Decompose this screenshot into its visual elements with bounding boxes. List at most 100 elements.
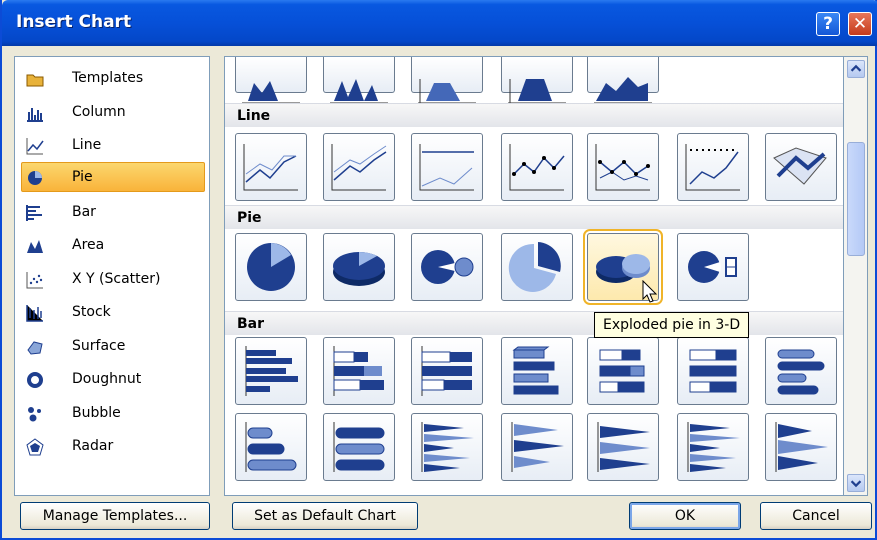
chart-type-label: Column: [72, 104, 126, 120]
100-percent-stacked-cone-chart-icon: [597, 422, 650, 472]
chart-thumb-clustered-bar[interactable]: [235, 337, 307, 405]
chart-thumb-100-stacked-cone[interactable]: [587, 413, 659, 481]
chart-type-templates[interactable]: Templates: [21, 63, 205, 93]
close-button[interactable]: ✕: [848, 12, 872, 36]
manage-templates-button[interactable]: Manage Templates...: [20, 502, 210, 530]
chart-thumb-pie-of-pie[interactable]: [411, 233, 483, 301]
title-bar: Insert Chart ? ✕: [2, 0, 877, 46]
bar-of-pie-chart-icon: [688, 251, 737, 283]
chart-type-label: Bubble: [72, 405, 121, 421]
chart-thumb-stacked-cylinder[interactable]: [235, 413, 307, 481]
chart-thumb-clustered-pyramid[interactable]: [677, 413, 749, 481]
chart-thumb-100-line[interactable]: [411, 133, 483, 201]
chart-thumb-line[interactable]: [235, 133, 307, 201]
chart-thumb-clustered-cone[interactable]: [411, 413, 483, 481]
section-title: Bar: [237, 316, 265, 332]
chart-type-radar[interactable]: Radar: [21, 431, 205, 461]
chart-type-label: Templates: [72, 70, 144, 86]
chart-thumb-3d-area-1[interactable]: [235, 57, 307, 104]
chart-thumb-stacked-bar[interactable]: [323, 337, 395, 405]
chart-thumb-exploded-pie[interactable]: [501, 233, 573, 301]
3d-clustered-bar-chart-icon: [512, 346, 559, 395]
section-title: Pie: [237, 210, 262, 226]
help-button[interactable]: ?: [816, 12, 840, 36]
line-chart-icon: [26, 138, 44, 155]
scatter-chart-icon: [26, 272, 43, 289]
clustered-bar-chart-icon: [245, 346, 298, 396]
pie-chart-icon: [28, 171, 42, 185]
scroll-up-button[interactable]: [847, 60, 865, 78]
chart-type-label: Bar: [72, 204, 96, 220]
chart-type-pie[interactable]: Pie: [21, 162, 205, 192]
chart-thumb-bar-of-pie[interactable]: [677, 233, 749, 301]
chart-type-doughnut[interactable]: Doughnut: [21, 364, 205, 394]
3d-line-chart-icon: [773, 147, 827, 185]
chart-type-column[interactable]: Column: [21, 97, 205, 127]
dialog-title: Insert Chart: [16, 12, 132, 32]
line-chart-icon: [243, 144, 298, 191]
chart-thumb-stacked-line[interactable]: [323, 133, 395, 201]
chart-thumb-stacked-line-markers[interactable]: [587, 133, 659, 201]
chart-type-scatter[interactable]: X Y (Scatter): [21, 264, 205, 294]
3d-stacked-bar-chart-icon: [599, 349, 645, 393]
chart-thumb-stacked-cone[interactable]: [501, 413, 573, 481]
3d-100-percent-stacked-bar-chart-icon: [689, 349, 737, 393]
mouse-cursor-icon: [642, 280, 658, 303]
chart-type-stock[interactable]: Stock: [21, 297, 205, 327]
chart-type-bar[interactable]: Bar: [21, 197, 205, 227]
chart-thumb-100-stacked-bar[interactable]: [411, 337, 483, 405]
folder-icon: [26, 74, 44, 87]
chart-thumb-3d-area-2[interactable]: [323, 57, 395, 104]
stacked-line-markers-chart-icon: [595, 144, 650, 191]
stacked-pyramid-chart-icon: [775, 422, 828, 472]
exploded-pie-chart-icon: [508, 242, 561, 292]
chart-thumb-3d-stacked-bar[interactable]: [587, 337, 659, 405]
surface-chart-icon: [27, 341, 43, 355]
chart-thumb-3d-area-4[interactable]: [501, 57, 573, 104]
cancel-button[interactable]: Cancel: [760, 502, 872, 530]
100-percent-stacked-bar-chart-icon: [421, 346, 472, 396]
tooltip: Exploded pie in 3-D: [594, 312, 750, 338]
chart-thumb-3d-area-3[interactable]: [411, 57, 483, 104]
insert-chart-dialog: Insert Chart ? ✕ Templates Column Line P…: [0, 0, 877, 540]
bubble-chart-icon: [28, 407, 41, 422]
chart-type-label: Doughnut: [72, 371, 142, 387]
chart-type-label: Area: [72, 237, 105, 253]
stacked-cylinder-chart-icon: [245, 422, 297, 472]
chart-type-bubble[interactable]: Bubble: [21, 398, 205, 428]
chart-thumb-100-stacked-cylinder[interactable]: [323, 413, 395, 481]
stock-chart-icon: [26, 305, 43, 322]
column-chart-icon: [27, 108, 43, 122]
section-header-bar: Bar: [225, 311, 843, 335]
clustered-pyramid-chart-icon: [687, 422, 740, 472]
chart-thumb-stacked-pyramid[interactable]: [765, 413, 837, 481]
scroll-down-button[interactable]: [847, 474, 865, 492]
ok-button[interactable]: OK: [629, 502, 741, 530]
chart-thumb-pie[interactable]: [235, 233, 307, 301]
chart-thumb-3d-clustered-bar[interactable]: [501, 337, 573, 405]
chart-subtype-gallery: Line Pie Bar: [224, 56, 844, 496]
chart-thumb-3d-pie[interactable]: [323, 233, 395, 301]
line-markers-chart-icon: [509, 144, 565, 191]
chart-thumb-line-markers[interactable]: [501, 133, 573, 201]
chart-type-label: Line: [72, 137, 102, 153]
chart-thumb-clustered-cylinder[interactable]: [765, 337, 837, 405]
radar-chart-icon: [26, 438, 44, 456]
clustered-cone-chart-icon: [421, 422, 474, 472]
chart-thumb-3d-line[interactable]: [765, 133, 837, 201]
chart-thumb-100-line-markers[interactable]: [677, 133, 749, 201]
chart-thumb-3d-area-5[interactable]: [587, 57, 659, 104]
chevron-down-icon: [850, 480, 862, 488]
chart-thumb-3d-100-stacked-bar[interactable]: [677, 337, 749, 405]
chart-type-label: Surface: [72, 338, 126, 354]
scroll-thumb[interactable]: [847, 142, 865, 256]
chart-type-area[interactable]: Area: [21, 230, 205, 260]
set-default-chart-button[interactable]: Set as Default Chart: [232, 502, 418, 530]
100-percent-stacked-cylinder-chart-icon: [333, 422, 385, 472]
gallery-scrollbar[interactable]: [844, 56, 868, 496]
stacked-cone-chart-icon: [511, 422, 564, 472]
chart-type-line[interactable]: Line: [21, 130, 205, 160]
section-title: Line: [237, 108, 271, 124]
doughnut-chart-icon: [27, 372, 43, 388]
chart-type-surface[interactable]: Surface: [21, 331, 205, 361]
